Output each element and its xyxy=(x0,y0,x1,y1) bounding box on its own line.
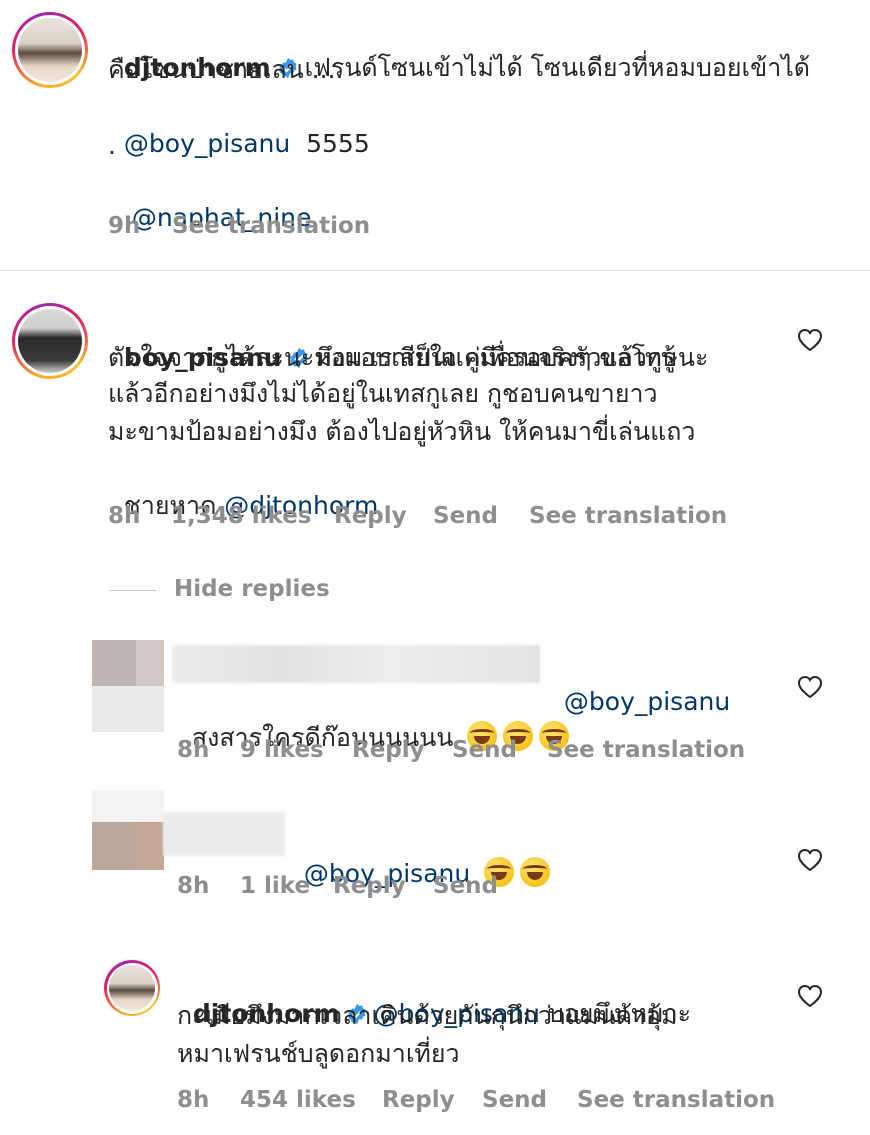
comment-line: มะขามป้อมอย่างมึง ต้องไปอยู่หัวหิน ให้คน… xyxy=(108,417,696,446)
avatar-blurred[interactable] xyxy=(92,822,164,870)
avatar-blurred-top xyxy=(92,790,164,822)
send-button[interactable]: Send xyxy=(482,1087,547,1113)
blurred-username xyxy=(172,645,540,683)
avatar-djtonhorm[interactable] xyxy=(12,12,88,88)
likes-count[interactable]: 9 likes xyxy=(240,737,324,763)
likes-count[interactable]: 1,348 likes xyxy=(171,503,312,529)
comment-line: @boy_pisanu xyxy=(548,648,730,720)
see-translation-button[interactable]: See translation xyxy=(547,737,745,763)
comment-line: . xyxy=(108,131,116,160)
comment-meta: 8h 9 likes Reply Send See translation xyxy=(177,737,757,767)
avatar-boy-pisanu[interactable] xyxy=(12,303,88,379)
comment-meta: 8h 1 like Reply Send xyxy=(177,873,577,903)
comment-line: กะเมียมึงมากเวลาเดินด้วยกันกุนึกว่าแมนด้… xyxy=(177,1001,678,1030)
avatar-djtonhorm[interactable] xyxy=(104,960,160,1016)
comment-meta: 9h See translation xyxy=(108,213,608,243)
reply-button[interactable]: Reply xyxy=(352,737,425,763)
mention-link[interactable]: @boy_pisanu xyxy=(564,687,730,716)
comment-text: เฟรนด์โซนเข้าไม่ได้ โซนเดียวที่หอมบอยเข้… xyxy=(304,53,811,82)
hide-replies-line xyxy=(110,590,156,591)
see-translation-button[interactable]: See translation xyxy=(172,213,370,239)
reply-button[interactable]: Reply xyxy=(333,873,406,899)
like-heart-icon[interactable] xyxy=(797,848,823,872)
comment-line: แล้วอีกอย่างมึงไม่ได้อยู่ในเทสกูเลย กูชอ… xyxy=(108,379,658,408)
mention-link[interactable]: @boy_pisanu xyxy=(124,129,290,158)
send-button[interactable]: Send xyxy=(433,503,498,529)
comment-line: ตัดใจจากกูได้ละนะหอม เราเป็นแค่เพื่อนจริ… xyxy=(108,343,709,372)
avatar-blurred[interactable] xyxy=(92,640,164,732)
send-button[interactable]: Send xyxy=(452,737,517,763)
reply-button[interactable]: Reply xyxy=(334,503,407,529)
comment-line: หมาเฟรนช์บลูดอกมาเที่ยว xyxy=(177,1039,460,1068)
timestamp: 8h xyxy=(177,737,210,763)
timestamp: 8h xyxy=(177,873,210,899)
send-button[interactable]: Send xyxy=(433,873,498,899)
comment-text: 5555 xyxy=(290,129,370,158)
divider xyxy=(0,270,870,271)
like-heart-icon[interactable] xyxy=(797,675,823,699)
comment-line: @boy_pisanu 5555 xyxy=(108,90,370,162)
see-translation-button[interactable]: See translation xyxy=(577,1087,775,1113)
timestamp: 8h xyxy=(108,503,141,529)
like-heart-icon[interactable] xyxy=(797,984,823,1008)
likes-count[interactable]: 1 like xyxy=(240,873,310,899)
timestamp: 9h xyxy=(108,213,141,239)
see-translation-button[interactable]: See translation xyxy=(529,503,727,529)
hide-replies-button[interactable]: Hide replies xyxy=(174,576,330,602)
comment-meta: 8h 454 likes Reply Send See translation xyxy=(177,1087,777,1117)
likes-count[interactable]: 454 likes xyxy=(240,1087,356,1113)
timestamp: 8h xyxy=(177,1087,210,1113)
reply-button[interactable]: Reply xyxy=(382,1087,455,1113)
comment-meta: 8h 1,348 likes Reply Send See translatio… xyxy=(108,503,758,533)
like-heart-icon[interactable] xyxy=(797,328,823,352)
comment-line: คือโซนป่าชายเลน .... xyxy=(108,55,344,84)
blurred-username xyxy=(163,812,285,856)
